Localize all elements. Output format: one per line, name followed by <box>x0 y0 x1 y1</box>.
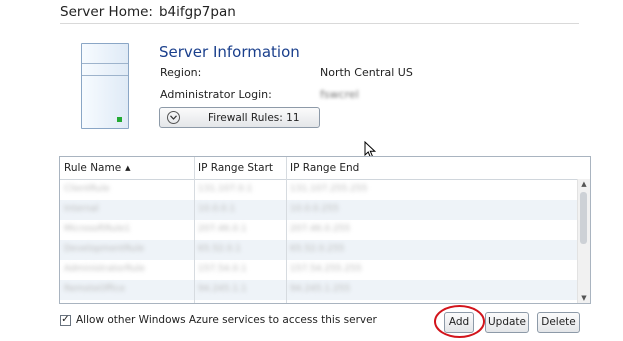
cell-rule-name: ClientRule <box>64 184 110 194</box>
header-divider <box>60 23 579 24</box>
table-row[interactable]: DevelopmentRule 65.52.0.1 65.52.0.255 <box>60 240 577 260</box>
server-info-title: Server Information <box>159 43 300 61</box>
update-button[interactable]: Update <box>485 312 529 333</box>
cell-ip-start: 207.46.0.1 <box>198 224 247 234</box>
cell-ip-end: 131.107.255.255 <box>290 184 368 194</box>
firewall-rules-table[interactable]: Rule Name ▲ IP Range Start IP Range End C… <box>59 156 591 304</box>
cell-rule-name: MicrosoftRule1 <box>64 224 131 234</box>
admin-login-label: Administrator Login: <box>160 88 272 101</box>
server-bay-line <box>82 75 128 76</box>
table-row[interactable]: RemoteOffice 94.245.1.1 94.245.1.255 <box>60 280 577 300</box>
admin-login-value: fswcrel <box>320 88 359 101</box>
server-bay-line <box>82 63 128 64</box>
server-status-led <box>117 117 122 122</box>
server-icon <box>81 43 129 129</box>
allow-azure-services-checkbox[interactable]: ✓ <box>60 314 71 326</box>
scroll-up-icon[interactable]: ▲ <box>578 179 590 189</box>
column-header-rule-name[interactable]: Rule Name ▲ <box>60 157 194 179</box>
highlight-circle-annotation <box>434 305 485 338</box>
cell-ip-start: 131.107.0.1 <box>198 184 253 194</box>
table-row[interactable]: AdministratorRule 157.54.0.1 157.54.255.… <box>60 260 577 280</box>
scroll-down-icon[interactable]: ▼ <box>578 293 590 303</box>
server-home-label: Server Home: <box>60 4 153 20</box>
table-row[interactable]: MicrosoftRule1 207.46.0.1 207.46.0.255 <box>60 220 577 240</box>
cell-ip-start: 65.52.0.1 <box>198 244 241 254</box>
table-header: Rule Name ▲ IP Range Start IP Range End <box>60 157 590 180</box>
column-header-ip-start[interactable]: IP Range Start <box>194 157 286 179</box>
cell-ip-start: 94.245.1.1 <box>198 284 247 294</box>
scrollbar-thumb[interactable] <box>580 192 587 244</box>
region-label: Region: <box>160 66 202 79</box>
cell-ip-start: 157.54.0.1 <box>198 264 247 274</box>
column-header-label: Rule Name <box>64 162 122 174</box>
cell-rule-name: DevelopmentRule <box>64 244 145 254</box>
cell-ip-end: 207.46.0.255 <box>290 224 351 234</box>
table-row[interactable]: Internal 10.0.0.1 10.0.0.255 <box>60 200 577 220</box>
cell-rule-name: RemoteOffice <box>64 284 125 294</box>
cell-ip-end: 94.245.1.255 <box>290 284 351 294</box>
firewall-rules-label: Firewall Rules: 11 <box>208 111 300 124</box>
cell-ip-end: 65.52.0.255 <box>290 244 345 254</box>
cell-rule-name: Internal <box>64 204 99 214</box>
delete-button[interactable]: Delete <box>537 312 580 333</box>
region-value: North Central US <box>320 66 413 79</box>
allow-azure-services-label: Allow other Windows Azure services to ac… <box>76 314 377 326</box>
allow-azure-services[interactable]: ✓ Allow other Windows Azure services to … <box>60 314 377 326</box>
column-divider <box>194 157 195 303</box>
cell-rule-name: AdministratorRule <box>64 264 145 274</box>
table-row[interactable]: ClientRule 131.107.0.1 131.107.255.255 <box>60 180 577 200</box>
server-home: Server Home: b4ifgp7pan <box>60 4 236 20</box>
sort-ascending-icon: ▲ <box>125 164 131 172</box>
vertical-scrollbar[interactable]: ▲ ▼ <box>577 179 590 303</box>
firewall-rules-button[interactable]: Firewall Rules: 11 <box>159 107 320 128</box>
chevron-down-icon <box>167 111 180 124</box>
server-name: b4ifgp7pan <box>158 4 236 20</box>
cell-ip-end: 10.0.0.255 <box>290 204 339 214</box>
cell-ip-start: 10.0.0.1 <box>198 204 236 214</box>
cell-ip-end: 157.54.255.255 <box>290 264 362 274</box>
column-header-ip-end[interactable]: IP Range End <box>286 157 566 179</box>
checkmark-icon: ✓ <box>61 314 70 325</box>
column-divider <box>286 157 287 303</box>
